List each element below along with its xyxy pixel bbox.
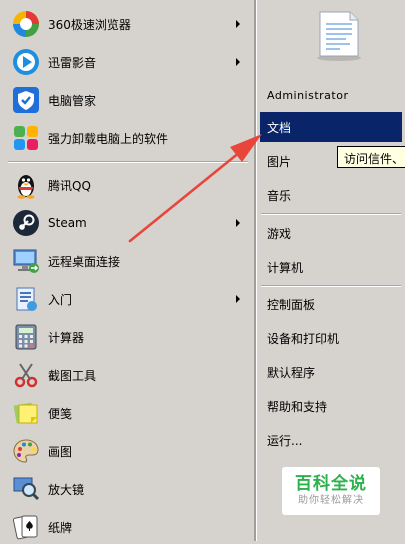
qq-penguin-icon (11, 170, 41, 200)
place-item-help-support[interactable]: 帮助和支持 (260, 391, 402, 421)
submenu-arrow-icon (236, 58, 240, 66)
place-label: 文档 (267, 120, 292, 135)
program-item-calculator[interactable]: 计算器 (4, 320, 252, 354)
sticky-notes-icon (11, 398, 41, 428)
program-item-qq[interactable]: 腾讯QQ (4, 168, 252, 202)
program-label: 远程桌面连接 (48, 254, 121, 269)
program-label: 画图 (48, 444, 73, 459)
solitaire-cards-icon (11, 512, 41, 542)
program-item-getting-started[interactable]: 入门 (4, 282, 252, 316)
pinned-separator (8, 161, 248, 163)
documents-tooltip: 访问信件、 (337, 146, 405, 168)
place-label: 运行... (267, 433, 303, 448)
document-user-picture-icon[interactable] (314, 10, 364, 62)
xunlei-player-icon (11, 47, 41, 77)
program-item-paint[interactable]: 画图 (4, 434, 252, 468)
place-item-documents[interactable]: 文档 (260, 112, 402, 142)
program-label: 纸牌 (48, 520, 73, 535)
place-item-games[interactable]: 游戏 (260, 218, 402, 248)
place-item-devices-printers[interactable]: 设备和打印机 (260, 323, 402, 353)
program-label: 入门 (48, 292, 73, 307)
program-item-steam[interactable]: Steam (4, 206, 252, 240)
magnifier-icon (11, 474, 41, 504)
remote-desktop-icon (11, 246, 41, 276)
place-label: 音乐 (267, 188, 292, 203)
program-label: 强力卸载电脑上的软件 (48, 131, 169, 146)
steam-icon (11, 208, 41, 238)
place-label: 帮助和支持 (267, 399, 328, 414)
program-label: 电脑管家 (48, 93, 97, 108)
program-item-remote-desktop[interactable]: 远程桌面连接 (4, 244, 252, 278)
place-label: 控制面板 (267, 297, 316, 312)
place-label: 图片 (267, 154, 292, 169)
program-label: 计算器 (48, 330, 85, 345)
places-pane: Administrator 文档 图片 音乐 游戏 计算机 控制面板 设备和打印… (257, 0, 405, 541)
submenu-arrow-icon (236, 295, 240, 303)
watermark-subtitle: 助你轻松解决 (298, 495, 364, 506)
user-name-label: Administrator (267, 88, 349, 102)
program-item-xunlei-player[interactable]: 迅雷影音 (4, 45, 252, 79)
program-label: 360极速浏览器 (48, 17, 131, 32)
pc-manager-icon (11, 85, 41, 115)
program-item-uninstaller[interactable]: 强力卸载电脑上的软件 (4, 121, 252, 155)
program-label: 放大镜 (48, 482, 85, 497)
snipping-tool-icon (11, 360, 41, 390)
paint-palette-icon (11, 436, 41, 466)
start-menu: 360极速浏览器 迅雷影音 电脑管家 强力卸载电脑上的软件 腾讯QQ Steam… (0, 0, 405, 541)
place-label: 游戏 (267, 226, 292, 241)
place-label: 设备和打印机 (267, 331, 340, 346)
uninstaller-icon (11, 123, 41, 153)
program-item-magnifier[interactable]: 放大镜 (4, 472, 252, 506)
place-item-control-panel[interactable]: 控制面板 (260, 289, 402, 319)
program-item-pc-manager[interactable]: 电脑管家 (4, 83, 252, 117)
watermark-logo: 百科全说 助你轻松解决 (282, 467, 380, 515)
submenu-arrow-icon (236, 20, 240, 28)
program-label: 截图工具 (48, 368, 97, 383)
program-item-snipping-tool[interactable]: 截图工具 (4, 358, 252, 392)
place-item-run[interactable]: 运行... (260, 425, 402, 455)
program-label: Steam (48, 216, 87, 230)
programs-pane: 360极速浏览器 迅雷影音 电脑管家 强力卸载电脑上的软件 腾讯QQ Steam… (0, 0, 254, 541)
place-item-default-programs[interactable]: 默认程序 (260, 357, 402, 387)
tooltip-text: 访问信件、 (344, 152, 405, 166)
place-label: 默认程序 (267, 365, 316, 380)
program-item-360-browser[interactable]: 360极速浏览器 (4, 7, 252, 41)
place-item-computer[interactable]: 计算机 (260, 252, 402, 282)
getting-started-icon (11, 284, 41, 314)
place-label: 计算机 (267, 260, 304, 275)
program-item-sticky-notes[interactable]: 便笺 (4, 396, 252, 430)
program-label: 迅雷影音 (48, 55, 97, 70)
calculator-icon (11, 322, 41, 352)
submenu-arrow-icon (236, 219, 240, 227)
places-separator (261, 285, 401, 287)
program-item-solitaire[interactable]: 纸牌 (4, 510, 252, 544)
places-separator (261, 213, 401, 215)
program-label: 便笺 (48, 406, 73, 421)
place-item-music[interactable]: 音乐 (260, 180, 402, 210)
360-browser-icon (11, 9, 41, 39)
watermark-title: 百科全说 (295, 474, 367, 494)
user-name-item[interactable]: Administrator (260, 80, 402, 110)
program-label: 腾讯QQ (48, 178, 91, 193)
